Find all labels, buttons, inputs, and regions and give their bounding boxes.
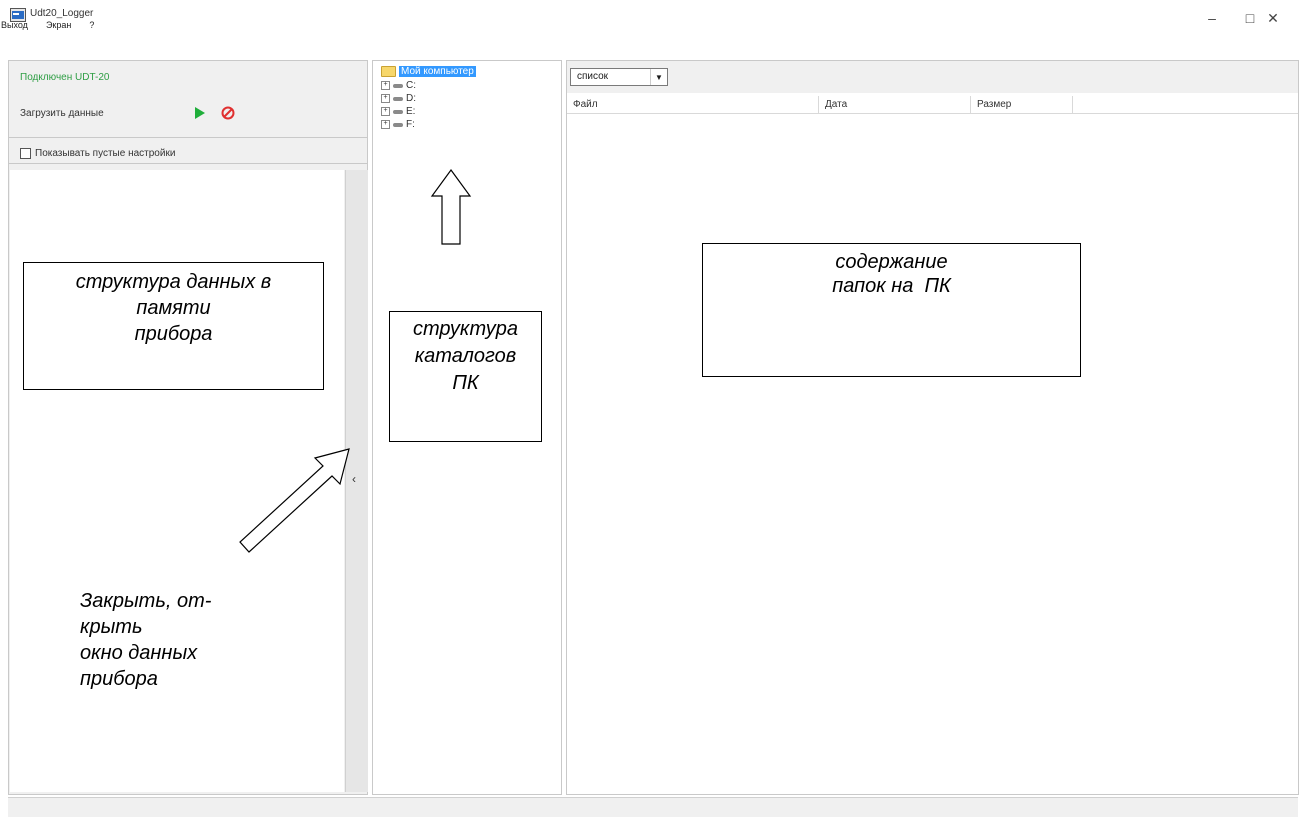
play-button[interactable] bbox=[193, 106, 207, 125]
tree-node-my-computer[interactable]: Мой компьютер bbox=[381, 66, 476, 77]
drive-icon bbox=[393, 83, 403, 88]
drive-icon bbox=[393, 96, 403, 101]
tree-node-label: E: bbox=[406, 106, 416, 117]
annotation-pc-folder-contents: содержание папок на ПК bbox=[702, 243, 1081, 377]
annotation-device-data-structure: структура данных в памяти прибора bbox=[23, 262, 324, 390]
close-icon: ✕ bbox=[1267, 9, 1279, 26]
status-bar bbox=[8, 797, 1298, 817]
column-header-file[interactable]: Файл bbox=[567, 96, 819, 113]
window-title: Udt20_Logger bbox=[30, 8, 94, 19]
file-list-panel bbox=[566, 60, 1299, 795]
file-list-header: Файл Дата Размер bbox=[567, 96, 1298, 114]
menu-item-screen[interactable]: Экран bbox=[46, 20, 71, 30]
minimize-icon: – bbox=[1208, 10, 1216, 26]
folder-icon bbox=[381, 66, 396, 77]
menu-bar: Выход Экран? bbox=[0, 20, 300, 36]
drive-icon bbox=[393, 109, 403, 114]
annotation-pc-folder-structure: структура каталогов ПК bbox=[389, 311, 542, 442]
menu-item-exit[interactable]: Выход bbox=[1, 20, 28, 30]
tree-node-drive[interactable]: + F: bbox=[381, 119, 415, 130]
show-empty-settings-label: Показывать пустые настройки bbox=[35, 148, 176, 159]
close-button[interactable]: ✕ bbox=[1250, 0, 1296, 36]
expand-icon[interactable]: + bbox=[381, 81, 390, 90]
stop-button[interactable] bbox=[221, 106, 235, 125]
menu-item-help[interactable]: ? bbox=[89, 20, 94, 30]
column-header-date[interactable]: Дата bbox=[819, 96, 971, 113]
tree-node-label: C: bbox=[406, 80, 416, 91]
load-data-label: Загрузить данные bbox=[20, 108, 104, 119]
column-header-size[interactable]: Размер bbox=[971, 96, 1073, 113]
connection-status: Подключен UDT-20 bbox=[20, 72, 110, 83]
annotation-close-open-device-window: Закрыть, от- крыть окно данных прибора bbox=[80, 590, 212, 690]
tree-node-drive[interactable]: + D: bbox=[381, 93, 416, 104]
tree-node-label: Мой компьютер bbox=[399, 66, 476, 77]
dropdown-arrow-icon[interactable]: ▼ bbox=[650, 69, 667, 85]
expand-icon[interactable]: + bbox=[381, 94, 390, 103]
divider bbox=[8, 137, 368, 138]
stop-icon bbox=[221, 106, 235, 120]
tree-node-label: F: bbox=[406, 119, 415, 130]
view-mode-value: список bbox=[577, 71, 609, 82]
file-list-toolbar bbox=[567, 61, 1298, 93]
tree-node-label: D: bbox=[406, 93, 416, 104]
expand-icon[interactable]: + bbox=[381, 107, 390, 116]
expand-icon[interactable]: + bbox=[381, 120, 390, 129]
tree-node-drive[interactable]: + C: bbox=[381, 80, 416, 91]
arrow-diagonal-icon bbox=[236, 446, 356, 561]
divider bbox=[8, 163, 368, 164]
tree-node-drive[interactable]: + E: bbox=[381, 106, 415, 117]
play-icon bbox=[195, 107, 205, 119]
show-empty-settings-checkbox[interactable]: Показывать пустые настройки bbox=[20, 148, 175, 159]
view-mode-select[interactable]: список ▼ bbox=[570, 68, 668, 86]
drive-icon bbox=[393, 122, 403, 127]
arrow-up-icon bbox=[430, 168, 472, 253]
checkbox-icon bbox=[20, 148, 31, 159]
